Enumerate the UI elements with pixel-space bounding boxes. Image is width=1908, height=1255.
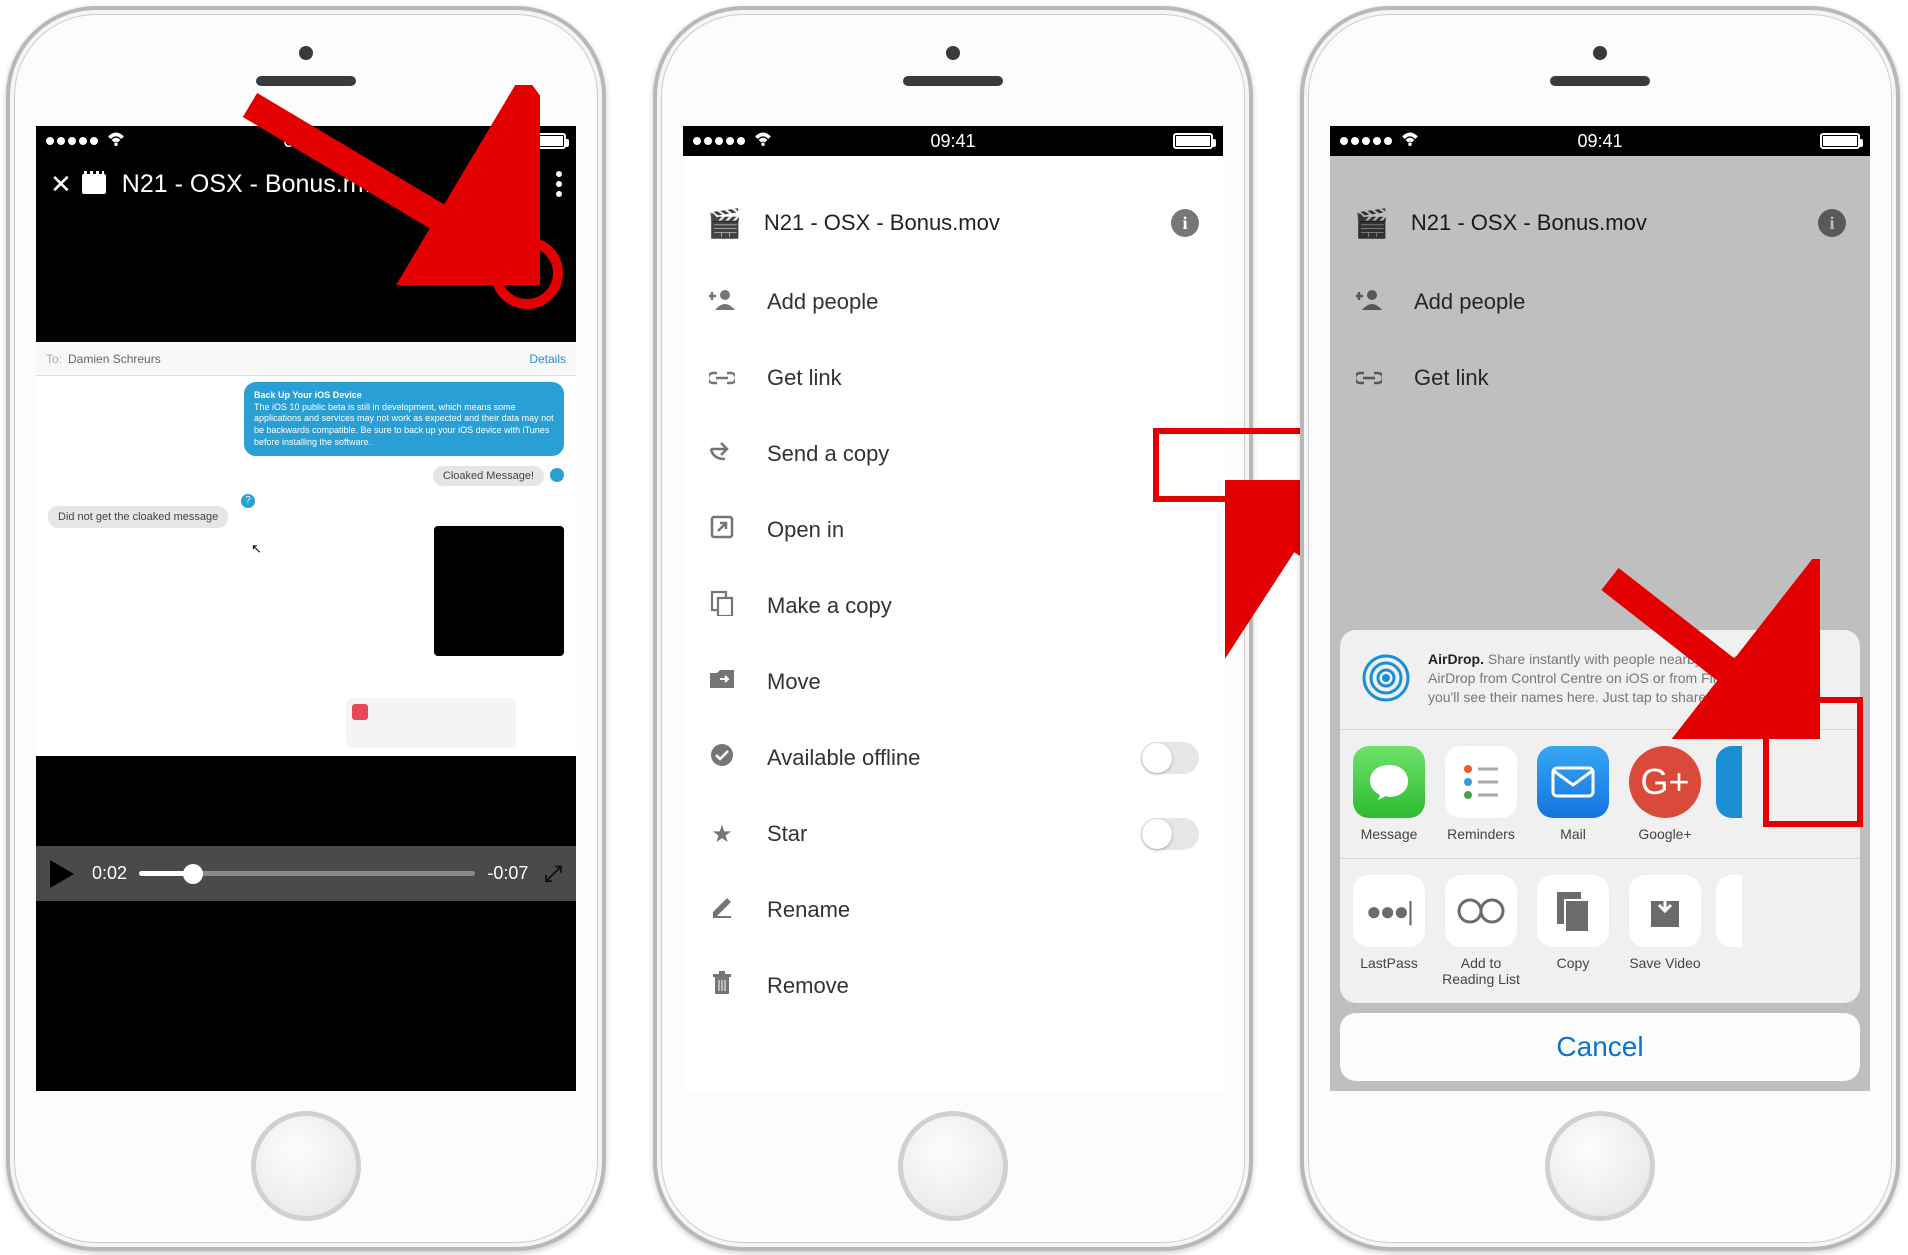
- more-options-icon[interactable]: [556, 171, 562, 197]
- status-bar: 09:41: [683, 126, 1223, 156]
- airdrop-icon: [1358, 650, 1414, 709]
- scrubber-track[interactable]: [139, 871, 475, 876]
- annotation-arrow-1: [220, 85, 540, 290]
- cancel-button[interactable]: Cancel: [1340, 1013, 1860, 1081]
- menu-available-offline[interactable]: Available offline: [683, 720, 1223, 796]
- mail-icon: [1537, 746, 1609, 818]
- menu-make-copy[interactable]: Make a copy: [683, 568, 1223, 644]
- send-icon: [707, 440, 737, 468]
- link-icon: [707, 364, 737, 392]
- menu-get-link[interactable]: Get link: [683, 340, 1223, 416]
- phone-camera: [299, 46, 313, 60]
- offline-icon: [707, 743, 737, 774]
- delivered-icon: [550, 468, 564, 482]
- chat-details-link[interactable]: Details: [529, 352, 566, 366]
- offline-toggle[interactable]: [1141, 742, 1199, 774]
- share-app-googleplus[interactable]: G+ Google+: [1622, 746, 1708, 842]
- rename-icon: [707, 895, 737, 926]
- messages-icon: [1353, 746, 1425, 818]
- googleplus-icon: G+: [1629, 746, 1701, 818]
- reading-list-icon: [1445, 875, 1517, 947]
- copy-icon: [707, 590, 737, 623]
- action-save-video[interactable]: Save Video: [1622, 875, 1708, 987]
- action-more[interactable]: [1714, 875, 1744, 987]
- wifi-icon: [107, 132, 125, 151]
- status-time: 09:41: [930, 131, 975, 152]
- share-app-more[interactable]: [1714, 746, 1744, 842]
- close-icon[interactable]: ✕: [50, 169, 72, 200]
- status-bar: 09:41: [1330, 126, 1870, 156]
- chat-attachment-thumb: [434, 526, 564, 656]
- video-controls: 0:02 -0:07 ⤢: [36, 846, 576, 901]
- save-video-icon: [1629, 875, 1701, 947]
- home-button[interactable]: [251, 1111, 361, 1221]
- chat-reply: Did not get the cloaked message: [48, 506, 228, 528]
- video-preview: To: Damien Schreurs Details Back Up Your…: [36, 212, 576, 846]
- home-button[interactable]: [1545, 1111, 1655, 1221]
- add-people-icon: [707, 288, 737, 317]
- move-icon: [707, 668, 737, 696]
- menu-rename[interactable]: Rename: [683, 872, 1223, 948]
- fullscreen-icon[interactable]: ⤢: [544, 861, 562, 887]
- chat-to-label: To:: [46, 352, 62, 366]
- chat-preview: To: Damien Schreurs Details Back Up Your…: [36, 342, 576, 756]
- chat-quote-bubble: [346, 698, 516, 748]
- open-in-icon: [707, 515, 737, 546]
- annotation-arrow-3: [1590, 559, 1820, 744]
- share-actions-row: ●●●| LastPass Add to Reading List: [1340, 858, 1860, 1003]
- info-icon[interactable]: i: [1171, 209, 1199, 237]
- lastpass-icon: ●●●|: [1353, 875, 1425, 947]
- menu-add-people[interactable]: Add people: [683, 264, 1223, 340]
- screen-2: 09:41 🎬 N21 - OSX - Bonus.mov i Add peop…: [683, 126, 1223, 1091]
- scrubber-thumb[interactable]: [183, 864, 203, 884]
- action-lastpass[interactable]: ●●●| LastPass: [1346, 875, 1432, 987]
- copy-icon: [1537, 875, 1609, 947]
- reminders-icon: [1445, 746, 1517, 818]
- status-time: 09:41: [1577, 131, 1622, 152]
- action-copy[interactable]: Copy: [1530, 875, 1616, 987]
- star-toggle[interactable]: [1141, 818, 1199, 850]
- star-icon: ★: [707, 820, 737, 849]
- time-elapsed: 0:02: [92, 863, 127, 884]
- cursor-icon: ↖: [251, 541, 262, 557]
- time-remaining: -0:07: [487, 863, 528, 884]
- video-file-icon: [82, 174, 106, 194]
- question-icon: ?: [241, 494, 255, 508]
- file-header: 🎬 N21 - OSX - Bonus.mov i: [683, 182, 1223, 264]
- movie-file-icon: 🎬: [707, 207, 742, 240]
- menu-open-in[interactable]: Open in: [683, 492, 1223, 568]
- chat-cloaked-message: Cloaked Message!: [433, 466, 544, 486]
- phone-2: 09:41 🎬 N21 - OSX - Bonus.mov i Add peop…: [653, 6, 1253, 1251]
- menu-send-copy[interactable]: Send a copy: [683, 416, 1223, 492]
- share-app-message[interactable]: Message: [1346, 746, 1432, 842]
- menu-star[interactable]: ★ Star: [683, 796, 1223, 872]
- wifi-icon: [754, 132, 772, 151]
- quote-icon: [352, 704, 368, 720]
- home-button[interactable]: [898, 1111, 1008, 1221]
- share-app-reminders[interactable]: Reminders: [1438, 746, 1524, 842]
- file-name: N21 - OSX - Bonus.mov: [764, 210, 1149, 236]
- trash-icon: [707, 971, 737, 1002]
- play-icon[interactable]: [50, 860, 74, 888]
- share-app-mail[interactable]: Mail: [1530, 746, 1616, 842]
- chat-message-outgoing: Back Up Your iOS Device The iOS 10 publi…: [244, 382, 564, 456]
- action-reading-list[interactable]: Add to Reading List: [1438, 875, 1524, 987]
- chat-recipient: Damien Schreurs: [68, 352, 529, 366]
- menu-move[interactable]: Move: [683, 644, 1223, 720]
- menu-remove[interactable]: Remove: [683, 948, 1223, 1024]
